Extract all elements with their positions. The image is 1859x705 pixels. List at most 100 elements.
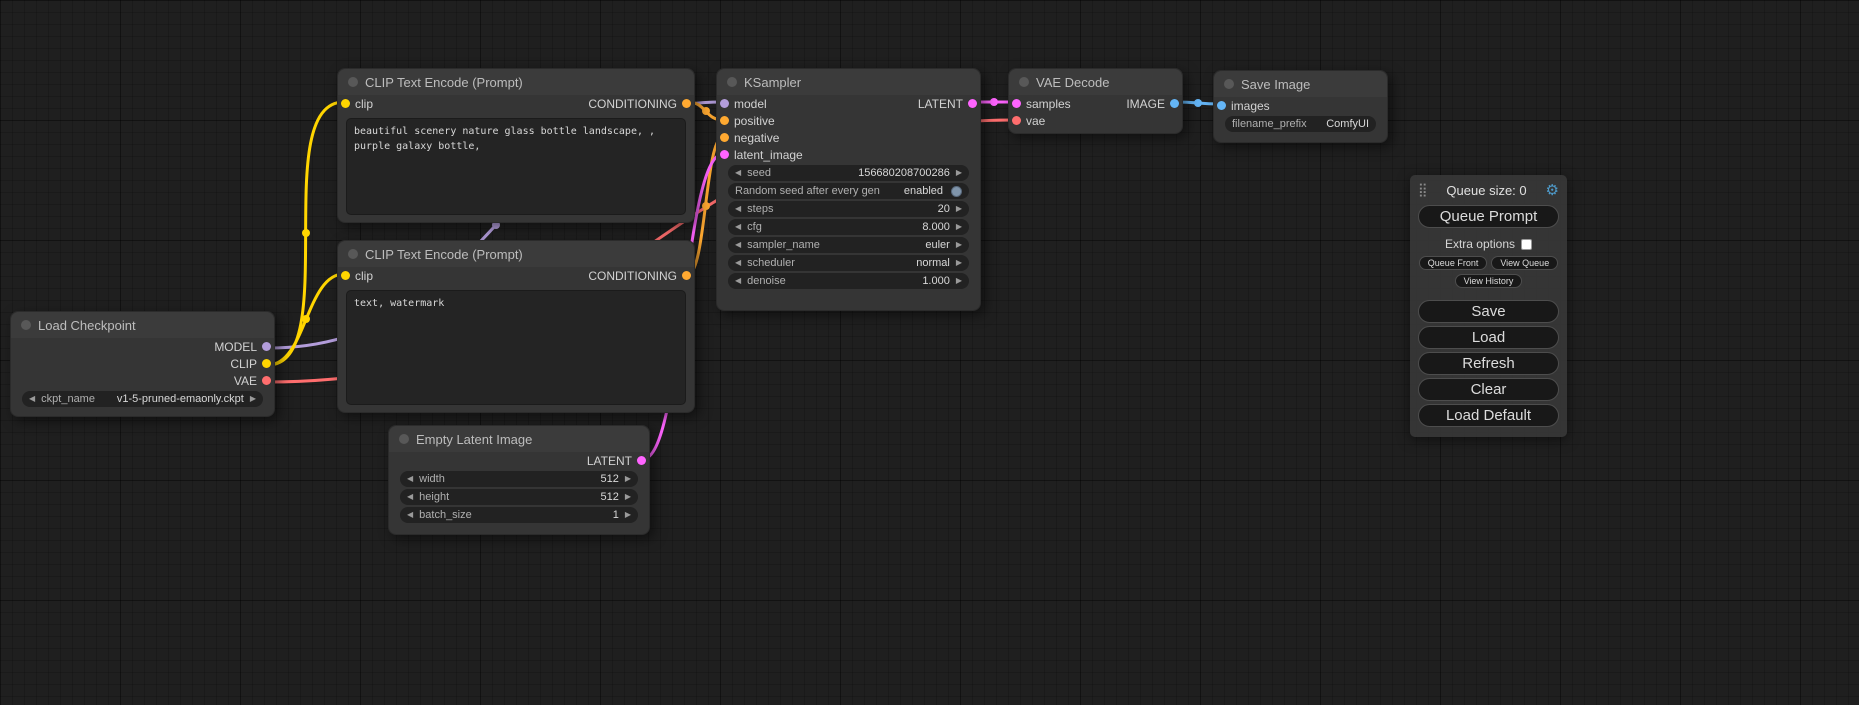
output-port-latent[interactable]: LATENT: [587, 454, 646, 468]
widget-width[interactable]: ◀ width 512 ▶: [400, 471, 638, 487]
queue-prompt-button[interactable]: Queue Prompt: [1418, 205, 1559, 228]
next-arrow-icon[interactable]: ▶: [250, 395, 256, 403]
widget-denoise[interactable]: ◀ denoise 1.000 ▶: [728, 273, 969, 289]
save-button[interactable]: Save: [1418, 300, 1559, 323]
input-port-latent-image[interactable]: latent_image: [720, 148, 803, 162]
increment-arrow-icon[interactable]: ▶: [625, 511, 631, 519]
output-port-model[interactable]: MODEL: [214, 340, 271, 354]
input-port-negative[interactable]: negative: [720, 131, 779, 145]
node-empty-latent-image[interactable]: Empty Latent Image LATENT ◀ width 512 ▶ …: [388, 425, 650, 535]
input-port-model[interactable]: model: [720, 97, 767, 111]
node-clip-text-encode-negative[interactable]: CLIP Text Encode (Prompt) clip CONDITION…: [337, 240, 695, 413]
collapse-dot[interactable]: [21, 320, 31, 330]
widget-batch-size[interactable]: ◀ batch_size 1 ▶: [400, 507, 638, 523]
conditioning-port-dot[interactable]: [720, 133, 729, 142]
output-port-conditioning[interactable]: CONDITIONING: [588, 269, 691, 283]
widget-sampler-name[interactable]: ◀ sampler_name euler ▶: [728, 237, 969, 253]
next-arrow-icon[interactable]: ▶: [956, 241, 962, 249]
collapse-dot[interactable]: [1224, 79, 1234, 89]
decrement-arrow-icon[interactable]: ◀: [407, 475, 413, 483]
output-port-latent[interactable]: LATENT: [918, 97, 977, 111]
prev-arrow-icon[interactable]: ◀: [735, 241, 741, 249]
input-port-images[interactable]: images: [1217, 99, 1270, 113]
collapse-dot[interactable]: [348, 249, 358, 259]
prompt-textarea[interactable]: beautiful scenery nature glass bottle la…: [346, 118, 686, 215]
input-port-clip[interactable]: clip: [341, 269, 373, 283]
clear-button[interactable]: Clear: [1418, 378, 1559, 401]
node-titlebar[interactable]: CLIP Text Encode (Prompt): [338, 241, 694, 267]
widget-height[interactable]: ◀ height 512 ▶: [400, 489, 638, 505]
output-port-clip[interactable]: CLIP: [230, 357, 271, 371]
output-port-vae[interactable]: VAE: [234, 374, 271, 388]
decrement-arrow-icon[interactable]: ◀: [735, 205, 741, 213]
drag-handle-icon[interactable]: ⣿: [1418, 182, 1428, 198]
widget-scheduler[interactable]: ◀ scheduler normal ▶: [728, 255, 969, 271]
prompt-textarea[interactable]: text, watermark: [346, 290, 686, 405]
refresh-button[interactable]: Refresh: [1418, 352, 1559, 375]
latent-port-dot[interactable]: [968, 99, 977, 108]
increment-arrow-icon[interactable]: ▶: [956, 277, 962, 285]
widget-ckpt-name[interactable]: ◀ ckpt_name v1-5-pruned-emaonly.ckpt ▶: [22, 391, 263, 407]
settings-gear-icon[interactable]: ⚙: [1546, 181, 1559, 199]
increment-arrow-icon[interactable]: ▶: [956, 223, 962, 231]
widget-filename-prefix[interactable]: filename_prefix ComfyUI: [1225, 116, 1376, 132]
increment-arrow-icon[interactable]: ▶: [956, 169, 962, 177]
node-titlebar[interactable]: Empty Latent Image: [389, 426, 649, 452]
node-titlebar[interactable]: Save Image: [1214, 71, 1387, 97]
node-titlebar[interactable]: CLIP Text Encode (Prompt): [338, 69, 694, 95]
prev-arrow-icon[interactable]: ◀: [735, 259, 741, 267]
node-titlebar[interactable]: KSampler: [717, 69, 980, 95]
node-load-checkpoint[interactable]: Load Checkpoint MODEL CLIP VAE ◀ c: [10, 311, 275, 417]
widget-steps[interactable]: ◀ steps 20 ▶: [728, 201, 969, 217]
input-port-positive[interactable]: positive: [720, 114, 775, 128]
input-port-samples[interactable]: samples: [1012, 97, 1071, 111]
model-port-dot[interactable]: [720, 99, 729, 108]
latent-port-dot[interactable]: [720, 150, 729, 159]
output-port-conditioning[interactable]: CONDITIONING: [588, 97, 691, 111]
widget-random-seed-toggle[interactable]: Random seed after every gen enabled: [728, 183, 969, 199]
prev-arrow-icon[interactable]: ◀: [29, 395, 35, 403]
toggle-knob[interactable]: [951, 186, 962, 197]
increment-arrow-icon[interactable]: ▶: [625, 475, 631, 483]
collapse-dot[interactable]: [399, 434, 409, 444]
node-save-image[interactable]: Save Image images filename_prefix ComfyU…: [1213, 70, 1388, 143]
extra-options-checkbox[interactable]: [1521, 239, 1532, 250]
latent-port-dot[interactable]: [1012, 99, 1021, 108]
conditioning-port-dot[interactable]: [720, 116, 729, 125]
clip-port-dot[interactable]: [341, 99, 350, 108]
increment-arrow-icon[interactable]: ▶: [956, 205, 962, 213]
model-port-dot[interactable]: [262, 342, 271, 351]
view-queue-button[interactable]: View Queue: [1491, 256, 1558, 270]
image-port-dot[interactable]: [1170, 99, 1179, 108]
input-port-vae[interactable]: vae: [1012, 114, 1045, 128]
decrement-arrow-icon[interactable]: ◀: [407, 511, 413, 519]
node-vae-decode[interactable]: VAE Decode samples IMAGE vae: [1008, 68, 1183, 134]
graph-canvas[interactable]: Load Checkpoint MODEL CLIP VAE ◀ c: [0, 0, 1859, 705]
increment-arrow-icon[interactable]: ▶: [625, 493, 631, 501]
next-arrow-icon[interactable]: ▶: [956, 259, 962, 267]
collapse-dot[interactable]: [727, 77, 737, 87]
decrement-arrow-icon[interactable]: ◀: [735, 277, 741, 285]
widget-seed[interactable]: ◀ seed 156680208700286 ▶: [728, 165, 969, 181]
load-default-button[interactable]: Load Default: [1418, 404, 1559, 427]
node-titlebar[interactable]: VAE Decode: [1009, 69, 1182, 95]
node-clip-text-encode-positive[interactable]: CLIP Text Encode (Prompt) clip CONDITION…: [337, 68, 695, 223]
vae-port-dot[interactable]: [262, 376, 271, 385]
node-ksampler[interactable]: KSampler model LATENT positive negative: [716, 68, 981, 311]
decrement-arrow-icon[interactable]: ◀: [735, 223, 741, 231]
view-history-button[interactable]: View History: [1455, 274, 1523, 288]
load-button[interactable]: Load: [1418, 326, 1559, 349]
vae-port-dot[interactable]: [1012, 116, 1021, 125]
latent-port-dot[interactable]: [637, 456, 646, 465]
conditioning-port-dot[interactable]: [682, 271, 691, 280]
decrement-arrow-icon[interactable]: ◀: [735, 169, 741, 177]
input-port-clip[interactable]: clip: [341, 97, 373, 111]
queue-front-button[interactable]: Queue Front: [1419, 256, 1488, 270]
collapse-dot[interactable]: [1019, 77, 1029, 87]
widget-cfg[interactable]: ◀ cfg 8.000 ▶: [728, 219, 969, 235]
image-port-dot[interactable]: [1217, 101, 1226, 110]
clip-port-dot[interactable]: [262, 359, 271, 368]
clip-port-dot[interactable]: [341, 271, 350, 280]
collapse-dot[interactable]: [348, 77, 358, 87]
output-port-image[interactable]: IMAGE: [1126, 97, 1179, 111]
